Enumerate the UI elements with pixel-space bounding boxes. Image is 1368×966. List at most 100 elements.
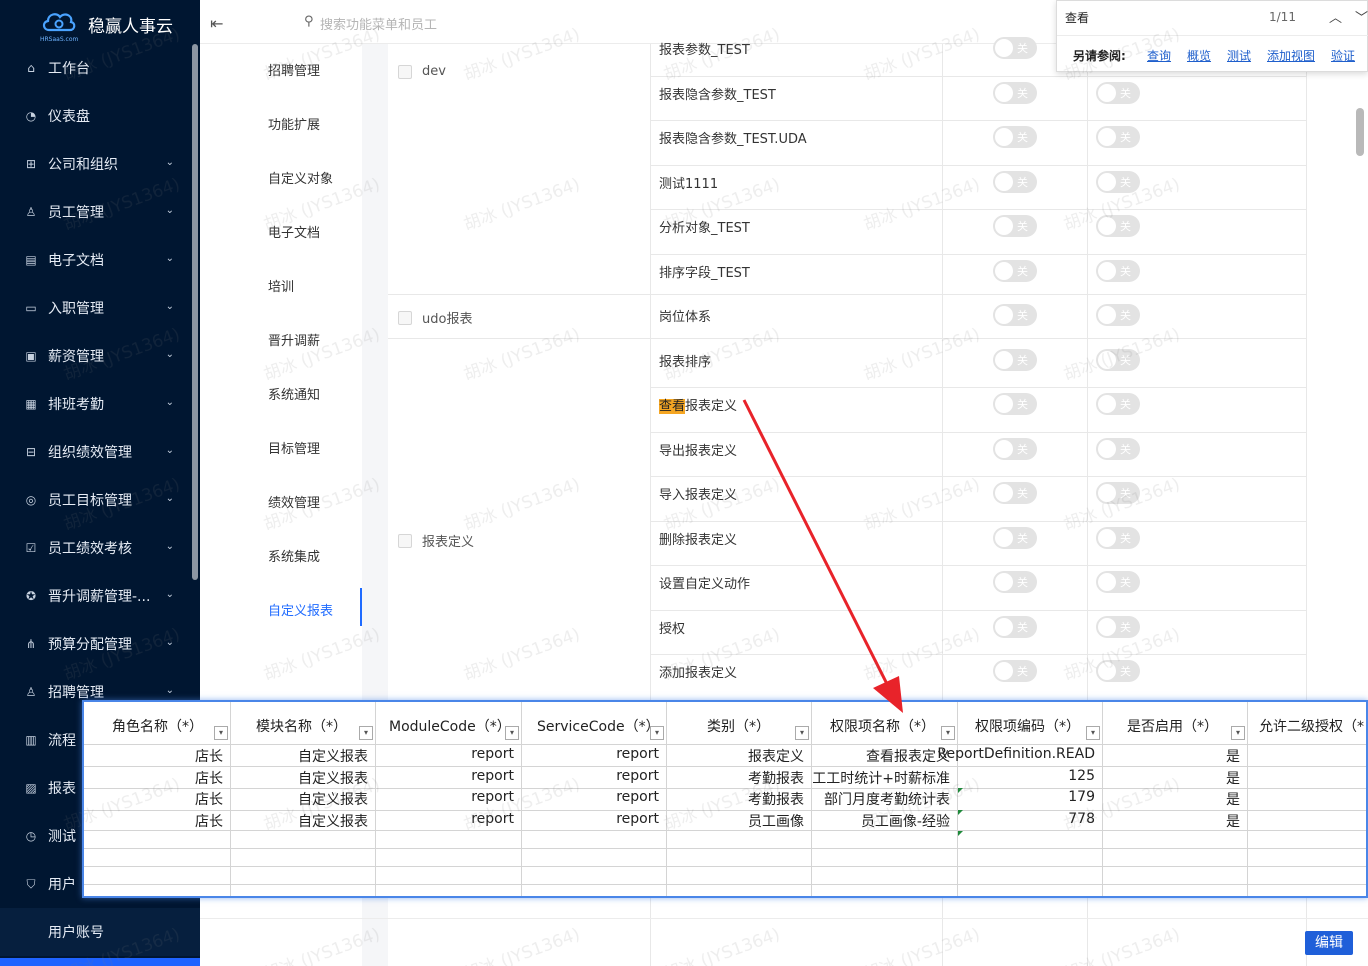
permission-toggle[interactable]: 关 [1096,571,1140,593]
permission-toggle[interactable]: 关 [993,259,1037,282]
sidebar-item[interactable]: ♙ 员工管理 ⌄ [0,188,190,236]
sheet-cell[interactable]: 员工画像-经验 [861,811,950,831]
see-also-link[interactable]: 添加视图 [1267,47,1315,64]
permission-toggle[interactable]: 关 [1096,615,1140,638]
group-report-definition[interactable]: 报表定义 [398,531,474,550]
sidebar-item[interactable]: ◔ 仪表盘 [0,92,190,140]
sheet-cell[interactable]: 自定义报表 [298,768,368,788]
sidebar-subitem-user-accounts[interactable]: 用户账号 [0,908,200,956]
permission-toggle[interactable]: 关 [993,304,1037,326]
secondary-menu-item[interactable]: 电子文档 [268,222,320,241]
find-query[interactable]: 查看 [1065,9,1089,26]
sheet-cell[interactable]: 是 [1226,789,1240,809]
permission-toggle[interactable]: 关 [993,660,1037,682]
page-scrollbar[interactable] [1356,108,1364,156]
secondary-menu-item[interactable]: 功能扩展 [268,114,320,133]
filter-dropdown-icon[interactable]: ▾ [941,726,955,740]
sheet-cell[interactable]: 工工时统计+时薪标准 [812,768,950,788]
see-also-link[interactable]: 验证 [1331,47,1355,64]
permission-toggle[interactable]: 关 [1096,660,1140,682]
search-icon[interactable]: ⚲ [304,14,314,29]
sidebar-item[interactable]: ▤ 电子文档 ⌄ [0,236,190,284]
sidebar-scrollbar[interactable] [192,44,198,580]
sidebar-item[interactable]: ▭ 入职管理 ⌄ [0,284,190,332]
group-udo-report[interactable]: udo报表 [398,308,472,327]
secondary-menu-item[interactable]: 自定义对象 [268,168,333,187]
permission-toggle[interactable]: 关 [1096,215,1140,237]
sheet-cell[interactable]: 自定义报表 [298,746,368,766]
permission-toggle[interactable]: 关 [993,482,1037,504]
see-also-link[interactable]: 概览 [1187,47,1211,64]
sheet-cell[interactable]: 自定义报表 [298,811,368,831]
sheet-cell[interactable]: 179 [1068,789,1095,805]
search-input[interactable]: 搜索功能菜单和员工 [320,14,437,33]
group-dev[interactable]: dev [398,64,446,79]
permission-toggle[interactable]: 关 [993,615,1037,638]
permission-toggle[interactable]: 关 [993,126,1037,148]
sidebar-item[interactable]: ⊟ 组织绩效管理 ⌄ [0,428,190,476]
sheet-cell[interactable]: 报表定义 [748,746,804,766]
permission-toggle[interactable]: 关 [1096,348,1140,371]
sheet-cell[interactable]: report [616,811,659,827]
brand[interactable]: 稳赢人事云 HRSaaS.com [40,6,190,43]
group-checkbox[interactable] [398,533,412,548]
permission-toggle[interactable]: 关 [1096,482,1140,504]
sheet-cell[interactable]: 是 [1226,746,1240,766]
permission-toggle[interactable]: 关 [1096,526,1140,549]
secondary-menu-item[interactable]: 绩效管理 [268,492,320,511]
permission-toggle[interactable]: 关 [1096,393,1140,415]
see-also-link[interactable]: 查询 [1147,47,1171,64]
sheet-cell[interactable]: report [471,768,514,784]
permission-toggle[interactable]: 关 [993,393,1037,415]
sheet-cell[interactable]: 778 [1068,811,1095,827]
sidebar-item[interactable]: ☑ 员工绩效考核 ⌄ [0,524,190,572]
sheet-cell[interactable]: 考勤报表 [748,768,804,788]
permission-toggle[interactable]: 关 [1096,437,1140,460]
permission-toggle[interactable]: 关 [993,348,1037,371]
filter-dropdown-icon[interactable]: ▾ [795,726,809,740]
sheet-cell[interactable]: 员工画像 [748,811,804,831]
permission-toggle[interactable]: 关 [993,81,1037,104]
secondary-menu-item[interactable]: 目标管理 [268,438,320,457]
permission-toggle[interactable]: 关 [993,37,1037,59]
sheet-cell[interactable]: report [471,746,514,762]
sheet-cell[interactable]: 店长 [195,789,223,809]
sheet-cell[interactable]: 店长 [195,746,223,766]
sheet-cell[interactable]: 是 [1226,811,1240,831]
filter-dropdown-icon[interactable]: ▾ [1086,726,1100,740]
sheet-cell[interactable]: report [616,746,659,762]
sidebar-item[interactable]: ⊞ 公司和组织 ⌄ [0,140,190,188]
edit-button[interactable]: 编辑 [1305,931,1353,955]
permission-toggle[interactable]: 关 [1096,126,1140,148]
sheet-cell[interactable]: 是 [1226,768,1240,788]
sheet-cell[interactable]: report [471,789,514,805]
permission-toggle[interactable]: 关 [1096,81,1140,104]
see-also-link[interactable]: 测试 [1227,47,1251,64]
sidebar-item[interactable]: ▦ 排班考勤 ⌄ [0,380,190,428]
filter-dropdown-icon[interactable]: ▾ [650,726,664,740]
secondary-menu-item[interactable]: 培训 [268,276,294,295]
chevron-up-icon[interactable]: ︿ [1329,7,1342,26]
permission-toggle[interactable]: 关 [993,571,1037,593]
sheet-cell[interactable]: ReportDefinition.READ [937,746,1095,762]
permission-toggle[interactable]: 关 [1096,170,1140,193]
sidebar-item[interactable]: ⋔ 预算分配管理 ⌄ [0,620,190,668]
permission-toggle[interactable]: 关 [993,526,1037,549]
sheet-cell[interactable]: 店长 [195,768,223,788]
permission-toggle[interactable]: 关 [1096,304,1140,326]
sheet-cell[interactable]: report [616,768,659,784]
permission-toggle[interactable]: 关 [993,437,1037,460]
permission-toggle[interactable]: 关 [993,215,1037,237]
filter-dropdown-icon[interactable]: ▾ [359,726,373,740]
sidebar-item[interactable]: ◎ 员工目标管理 ⌄ [0,476,190,524]
sheet-cell[interactable]: 自定义报表 [298,789,368,809]
secondary-menu-item[interactable]: 晋升调薪 [268,330,320,349]
filter-dropdown-icon[interactable]: ▾ [505,726,519,740]
chevron-down-icon[interactable]: ﹀ [1355,7,1368,26]
secondary-menu-item[interactable]: 系统通知 [268,384,320,403]
permission-toggle[interactable]: 关 [1096,259,1140,282]
sheet-cell[interactable]: 125 [1068,768,1095,784]
sheet-cell[interactable]: 店长 [195,811,223,831]
group-checkbox[interactable] [398,64,412,79]
sheet-cell[interactable]: 部门月度考勤统计表 [824,789,950,809]
